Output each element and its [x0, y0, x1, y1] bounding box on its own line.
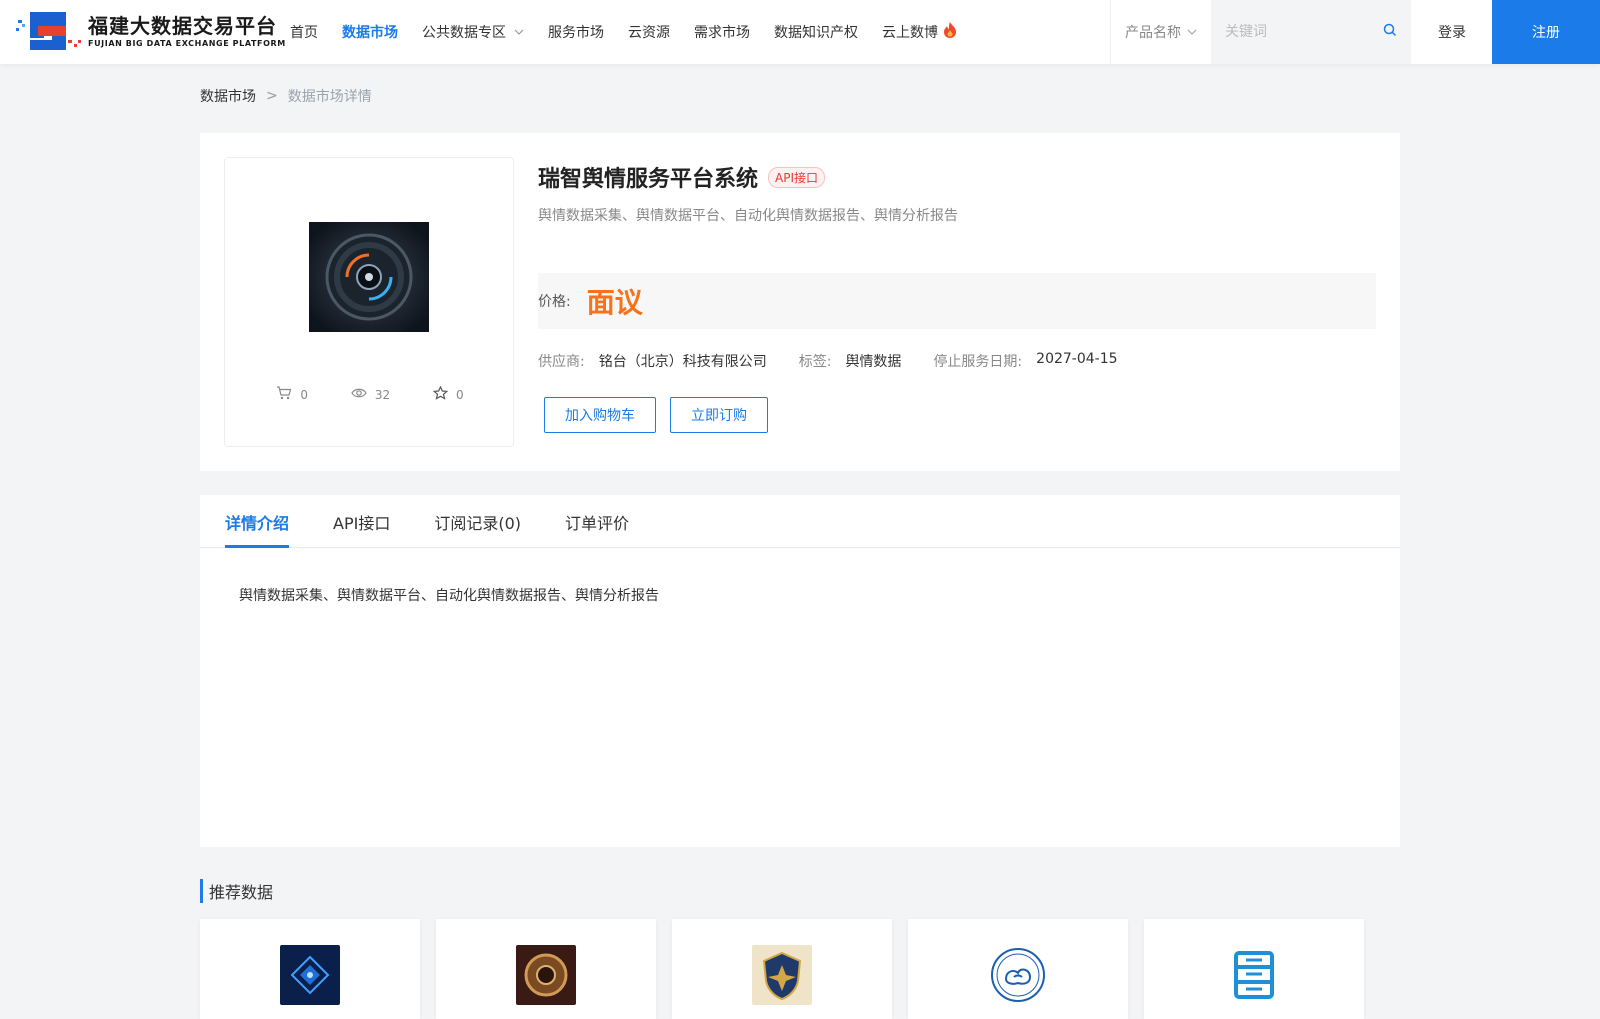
cart-icon	[276, 386, 292, 403]
nav-data-ip[interactable]: 数据知识产权	[774, 22, 858, 42]
recommend-list	[200, 919, 1380, 1019]
search-type-select[interactable]: 产品名称	[1111, 0, 1211, 64]
product-title: 瑞智舆情服务平台系统	[538, 167, 759, 192]
supplier-label: 供应商:	[538, 354, 585, 370]
breadcrumb-current: 数据市场详情	[287, 89, 372, 105]
nav-public-data-label: 公共数据专区	[422, 25, 506, 41]
favorite-count: 0	[455, 387, 464, 402]
recommend-card[interactable]	[672, 919, 892, 1019]
nav-demand-market[interactable]: 需求市场	[694, 22, 750, 42]
main-nav: 首页 数据市场 公共数据专区 服务市场 云资源 需求市场 数据知识产权 云上数博	[290, 0, 982, 64]
site-logo[interactable]: 福建大数据交易平台 FUJIAN BIG DATA EXCHANGE PLATF…	[16, 10, 286, 54]
detail-card: 详情介绍 API接口 订阅记录(0) 订单评价 舆情数据采集、舆情数据平台、自动…	[200, 495, 1400, 847]
nav-service-market-label: 服务市场	[548, 25, 604, 41]
tab-reviews[interactable]: 订单评价	[565, 495, 629, 548]
nav-cloud-expo-label: 云上数博	[882, 25, 938, 41]
logo-title-en: FUJIAN BIG DATA EXCHANGE PLATFORM	[88, 39, 286, 48]
login-button[interactable]: 登录	[1412, 0, 1492, 64]
nav-home[interactable]: 首页	[290, 22, 318, 42]
tab-api[interactable]: API接口	[333, 495, 390, 548]
supplier-value: 铭台（北京）科技有限公司	[598, 354, 767, 370]
breadcrumb-data-market[interactable]: 数据市场	[200, 86, 256, 106]
buy-now-button[interactable]: 立即订购	[670, 397, 768, 433]
weather-bureau-logo-icon	[988, 945, 1048, 1005]
tab-subscriptions[interactable]: 订阅记录(0)	[434, 495, 521, 548]
stat-cart: 0	[276, 386, 308, 403]
search-bar: 产品名称	[1110, 0, 1411, 64]
product-stats: 0 32 0	[225, 385, 515, 403]
tag-value: 舆情数据	[845, 354, 902, 370]
nav-demand-market-label: 需求市场	[694, 25, 750, 41]
nav-public-data[interactable]: 公共数据专区	[422, 22, 524, 42]
detail-description: 舆情数据采集、舆情数据平台、自动化舆情数据报告、舆情分析报告	[239, 588, 659, 604]
price-value: 面议	[586, 286, 643, 319]
recommend-card[interactable]	[908, 919, 1128, 1019]
nav-home-label: 首页	[290, 25, 318, 41]
tab-details[interactable]: 详情介绍	[225, 495, 290, 548]
breadcrumb-separator: >	[266, 88, 278, 104]
fire-icon	[942, 21, 958, 43]
product-info: 瑞智舆情服务平台系统 API接口 舆情数据采集、舆情数据平台、自动化舆情数据报告…	[538, 157, 1376, 433]
nav-data-market[interactable]: 数据市场	[342, 22, 398, 42]
stop-date-label: 停止服务日期:	[933, 354, 1023, 370]
stat-views: 32	[351, 386, 390, 403]
shield-emblem-icon	[752, 945, 812, 1005]
nav-data-ip-label: 数据知识产权	[774, 25, 858, 41]
action-buttons: 加入购物车 立即订购	[544, 397, 782, 433]
search-field-wrapper	[1211, 0, 1411, 64]
nav-service-market[interactable]: 服务市场	[548, 22, 604, 42]
recommend-card[interactable]	[436, 919, 656, 1019]
api-badge: API接口	[768, 166, 826, 188]
logo-mark-icon	[16, 12, 81, 50]
product-meta: 供应商: 铭台（北京）科技有限公司 标签: 舆情数据 停止服务日期: 2027-…	[538, 351, 1150, 371]
product-subtitle: 舆情数据采集、舆情数据平台、自动化舆情数据报告、舆情分析报告	[538, 208, 958, 224]
recommend-card[interactable]	[1144, 919, 1364, 1019]
bronze-emblem-icon	[516, 945, 576, 1005]
blue-tech-icon	[280, 945, 340, 1005]
breadcrumb: 数据市场 > 数据市场详情	[200, 86, 372, 106]
nav-data-market-label: 数据市场	[342, 25, 398, 41]
eye-icon	[351, 387, 367, 402]
nav-cloud-resources[interactable]: 云资源	[628, 22, 670, 42]
register-button[interactable]: 注册	[1492, 0, 1600, 64]
stat-favorites: 0	[432, 385, 464, 403]
product-image	[309, 222, 429, 332]
add-to-cart-button[interactable]: 加入购物车	[544, 397, 656, 433]
search-input[interactable]	[1225, 24, 1375, 40]
tag-label: 标签:	[798, 354, 832, 370]
nav-cloud-expo[interactable]: 云上数博	[882, 21, 958, 43]
chevron-down-icon	[1187, 27, 1197, 38]
stop-date-value: 2027-04-15	[1036, 351, 1118, 367]
detail-tabs: 详情介绍 API接口 订阅记录(0) 订单评价	[200, 495, 1400, 548]
server-icon	[1224, 945, 1284, 1005]
product-thumbnail-box: 0 32 0	[224, 157, 514, 447]
star-icon[interactable]	[432, 385, 449, 403]
price-box: 价格: 面议	[538, 273, 1376, 329]
chevron-down-icon	[514, 27, 524, 38]
logo-title-cn: 福建大数据交易平台	[88, 14, 277, 38]
view-count: 32	[374, 387, 391, 402]
recommend-title: 推荐数据	[200, 879, 273, 903]
cart-count: 0	[300, 387, 309, 402]
nav-cloud-resources-label: 云资源	[628, 25, 670, 41]
top-header: 福建大数据交易平台 FUJIAN BIG DATA EXCHANGE PLATF…	[0, 0, 1600, 64]
price-label: 价格:	[538, 294, 571, 310]
recommend-card[interactable]	[200, 919, 420, 1019]
search-type-label: 产品名称	[1125, 25, 1181, 41]
search-icon[interactable]	[1383, 23, 1397, 41]
product-card: 0 32 0 瑞智舆情服务平台系统 API接口 舆情数据采集、舆情数据平台、自动…	[200, 133, 1400, 471]
